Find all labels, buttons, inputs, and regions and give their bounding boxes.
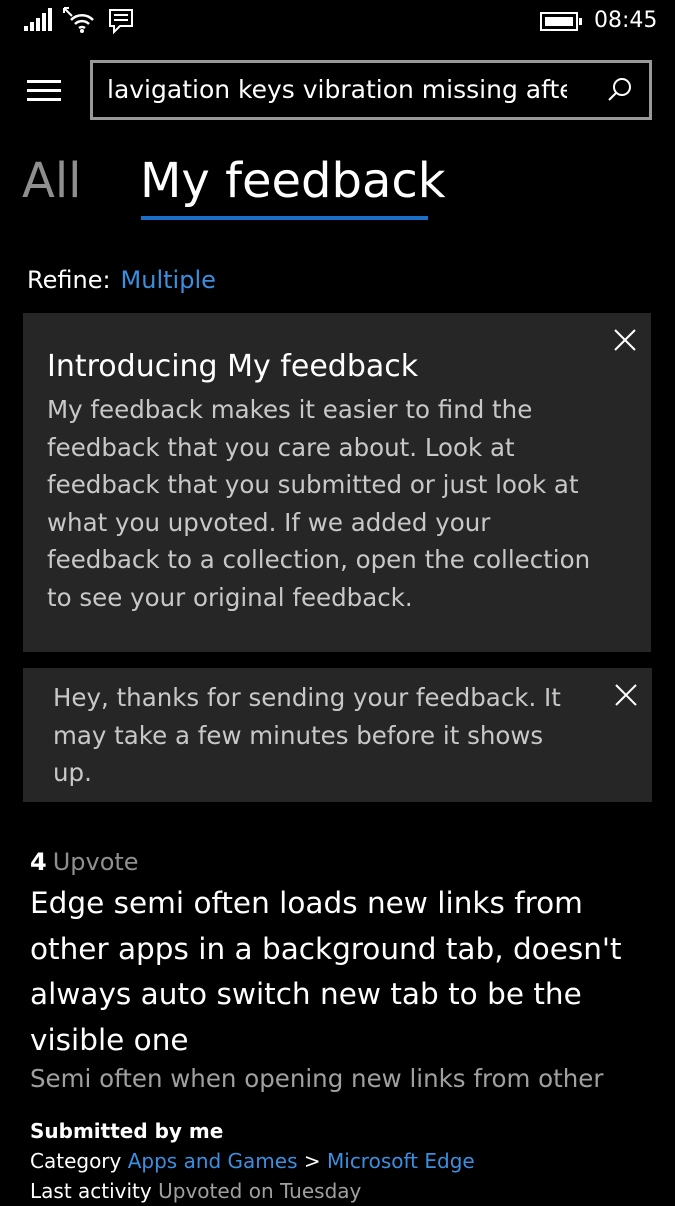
last-activity-line: Last activity Upvoted on Tuesday [30,1176,361,1206]
category-secondary-link[interactable]: Microsoft Edge [327,1149,475,1173]
signal-strength-icon [24,8,52,31]
category-label: Category [30,1149,122,1173]
tab-my-feedback[interactable]: My feedback [140,150,446,212]
tab-all[interactable]: All [22,150,82,212]
refine-filter: Refine: Multiple [27,264,216,296]
intro-card: Introducing My feedback My feedback make… [23,313,651,652]
battery-icon [540,12,582,31]
status-bar: 08:45 [0,0,675,46]
last-activity-value: Upvoted on Tuesday [158,1179,362,1203]
active-tab-indicator [141,216,428,220]
category-primary-link[interactable]: Apps and Games [128,1149,298,1173]
refine-value-link[interactable]: Multiple [121,266,216,294]
hamburger-menu-button[interactable] [27,80,61,102]
refine-label: Refine: [27,266,111,294]
search-input[interactable] [107,63,567,117]
upvote-label: Upvote [52,848,139,876]
close-icon[interactable] [613,682,639,708]
intro-card-body: My feedback makes it easier to find the … [47,395,591,612]
category-line: Category Apps and Games > Microsoft Edge [30,1146,475,1176]
message-icon [109,9,133,35]
search-icon[interactable] [607,77,633,103]
intro-card-title: Introducing My feedback [47,349,419,384]
upvote-button[interactable]: 4 Upvote [30,846,139,878]
thanks-card-body: Hey, thanks for sending your feedback. I… [53,683,561,788]
upvote-count: 4 [30,848,47,876]
feedback-summary: Semi often when opening new links from o… [30,1064,604,1093]
search-box[interactable] [90,60,652,120]
submitted-by: Submitted by me [30,1119,224,1143]
feedback-title[interactable]: Edge semi often loads new links from oth… [30,881,645,1063]
clock: 08:45 [594,8,658,33]
last-activity-label: Last activity [30,1179,152,1203]
thanks-card: Hey, thanks for sending your feedback. I… [23,668,652,802]
close-icon[interactable] [612,327,638,353]
wifi-icon [70,13,94,33]
category-separator: > [303,1149,321,1173]
